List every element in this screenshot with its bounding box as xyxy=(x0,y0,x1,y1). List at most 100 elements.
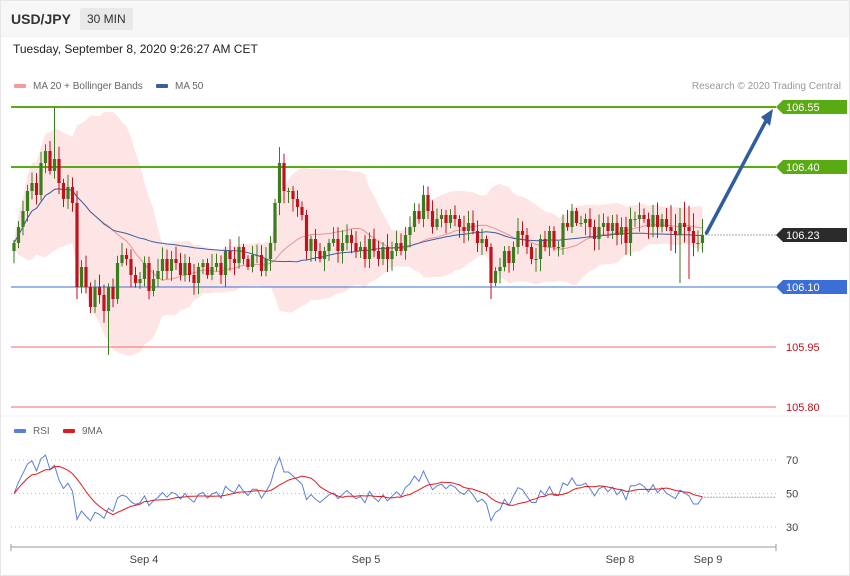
candle-body xyxy=(534,259,538,260)
candle-body xyxy=(192,275,196,283)
candle-body xyxy=(106,287,111,311)
rsi-line xyxy=(13,454,703,523)
candle-body xyxy=(628,219,633,243)
candle-body xyxy=(561,223,565,247)
level-label-105.95: 105.95 xyxy=(786,342,820,354)
candle-body xyxy=(682,223,687,227)
candle-body xyxy=(304,215,309,251)
candle-body xyxy=(322,251,327,259)
candle-body xyxy=(664,219,669,227)
candle-body xyxy=(453,215,457,219)
candle-body xyxy=(466,223,471,231)
candle-body xyxy=(462,227,466,231)
candle-body xyxy=(88,287,93,307)
candle-body xyxy=(16,227,21,243)
candle-body xyxy=(444,215,448,223)
candle-body xyxy=(52,159,57,171)
candle-body xyxy=(579,223,583,224)
candle-body xyxy=(502,251,507,267)
candle-body xyxy=(615,223,619,235)
candle-body xyxy=(291,191,295,199)
candle-body xyxy=(624,227,628,243)
candle-body xyxy=(43,151,48,163)
candle-body xyxy=(475,231,480,243)
candle-body xyxy=(619,227,624,235)
candle-body xyxy=(178,263,183,275)
candle-body xyxy=(25,191,30,211)
candle-body xyxy=(583,219,588,223)
candle-body xyxy=(493,271,498,283)
candle-body xyxy=(525,235,529,247)
candle-body xyxy=(12,243,16,251)
candle-body xyxy=(331,239,336,243)
candle-body xyxy=(421,195,426,219)
candle-body xyxy=(381,247,385,259)
candle-body xyxy=(48,151,52,171)
candle-body xyxy=(520,231,525,235)
level-label-106.10: 106.10 xyxy=(786,282,820,294)
candle-body xyxy=(385,247,390,259)
candle-body xyxy=(538,239,543,259)
level-label-106.55: 106.55 xyxy=(786,102,820,114)
candle-body xyxy=(259,255,264,271)
candle-body xyxy=(592,227,597,239)
candle-body xyxy=(70,187,75,203)
candle-body xyxy=(228,251,232,259)
rsi-tick-label-30: 30 xyxy=(786,522,798,534)
forecast-arrow-shaft xyxy=(704,117,769,235)
rsi-tick-label-70: 70 xyxy=(786,455,798,467)
candle-body xyxy=(318,251,322,259)
candle-body xyxy=(61,183,66,199)
candle-body xyxy=(138,279,142,283)
candle-body xyxy=(439,215,444,219)
candle-body xyxy=(547,231,552,247)
candle-body xyxy=(498,267,502,271)
candle-body xyxy=(358,247,363,251)
candle-body xyxy=(205,263,210,275)
candle-body xyxy=(412,211,417,227)
candle-body xyxy=(340,243,345,251)
candle-body xyxy=(543,239,547,247)
candle-body xyxy=(232,259,237,263)
candle-body xyxy=(673,231,678,235)
candle-body xyxy=(223,251,228,275)
candle-body xyxy=(246,259,250,267)
candle-body xyxy=(147,263,151,291)
candle-body xyxy=(327,243,331,251)
x-tick-label: Sep 9 xyxy=(694,554,723,566)
candle-body xyxy=(363,247,367,259)
candle-body xyxy=(448,215,453,223)
candle-body xyxy=(633,219,637,220)
candle-body xyxy=(237,247,241,263)
candle-body xyxy=(435,219,439,227)
candle-body xyxy=(277,163,282,203)
rsi-ma-line xyxy=(13,465,703,516)
candle-body xyxy=(597,227,601,239)
candle-body xyxy=(601,223,606,227)
candle-body xyxy=(565,223,570,227)
candle-body xyxy=(489,247,493,283)
candle-body xyxy=(133,275,138,283)
candle-body xyxy=(354,243,358,251)
candle-body xyxy=(295,199,300,207)
candle-body xyxy=(102,295,106,311)
candle-body xyxy=(282,163,286,191)
candle-body xyxy=(457,219,462,227)
candle-body xyxy=(57,159,61,183)
x-tick-label: Sep 4 xyxy=(130,554,159,566)
candle-body xyxy=(408,227,412,235)
candle-body xyxy=(30,183,34,191)
candle-body xyxy=(97,287,102,295)
candle-body xyxy=(273,203,277,243)
candle-body xyxy=(687,227,691,231)
level-label-106.40: 106.40 xyxy=(786,162,820,174)
candle-body xyxy=(183,263,187,275)
candle-body xyxy=(309,239,313,251)
candle-body xyxy=(426,195,430,211)
candle-body xyxy=(552,231,556,247)
candle-body xyxy=(417,211,421,219)
candle-body xyxy=(669,227,673,231)
candle-body xyxy=(142,263,147,279)
candle-body xyxy=(84,267,88,287)
price-chart: 106.55 106.40 106.10 105.95 105.80 106.23 70 50… xyxy=(1,100,849,566)
